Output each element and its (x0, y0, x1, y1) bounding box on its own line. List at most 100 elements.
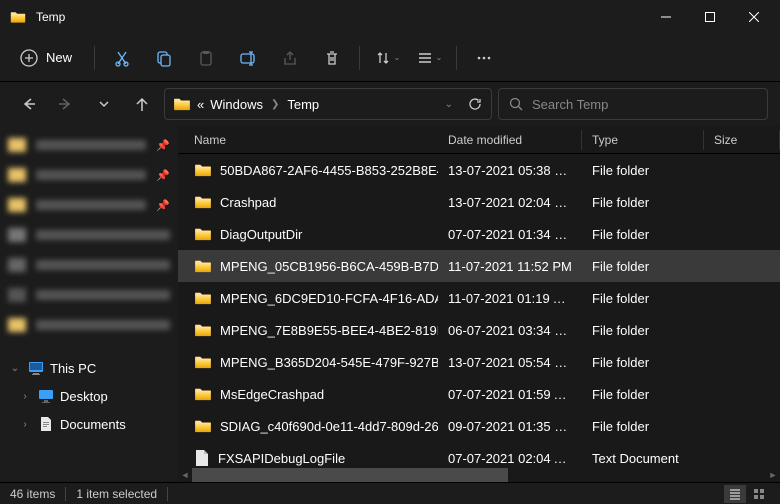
tree-label: This PC (50, 361, 96, 376)
cell-type: File folder (582, 163, 704, 178)
arrow-right-icon (58, 96, 74, 112)
view-icon (416, 49, 434, 67)
cell-date: 06-07-2021 03:34 PM (438, 323, 582, 338)
chevron-down-icon[interactable]: ⌄ (8, 363, 22, 374)
cell-name: MPENG_6DC9ED10-FCFA-4F16-ADAE-EA... (184, 291, 438, 306)
tree-label: Documents (60, 417, 126, 432)
cell-type: File folder (582, 387, 704, 402)
icons-view-button[interactable] (748, 485, 770, 503)
header-type[interactable]: Type (582, 130, 704, 150)
cell-type: File folder (582, 227, 704, 242)
quick-access-item[interactable]: 📌 (0, 190, 178, 220)
header-name[interactable]: Name (184, 130, 438, 150)
table-row[interactable]: FXSAPIDebugLogFile07-07-2021 02:04 AMTex… (178, 442, 780, 468)
cell-name: Crashpad (184, 195, 438, 210)
plus-circle-icon (20, 49, 38, 67)
table-row[interactable]: MPENG_B365D204-545E-479F-927B-5E58...13-… (178, 346, 780, 378)
up-button[interactable] (126, 88, 158, 120)
cell-name: MPENG_B365D204-545E-479F-927B-5E58... (184, 355, 438, 370)
cell-type: Text Document (582, 451, 704, 466)
cell-date: 07-07-2021 01:59 AM (438, 387, 582, 402)
tree-this-pc[interactable]: ⌄ This PC (0, 354, 178, 382)
recent-button[interactable] (88, 88, 120, 120)
pin-icon: 📌 (156, 169, 170, 182)
quick-access-item[interactable]: 📌 (0, 160, 178, 190)
cell-date: 09-07-2021 01:35 PM (438, 419, 582, 434)
cell-date: 07-07-2021 01:34 PM (438, 227, 582, 242)
quick-access-item[interactable] (0, 250, 178, 280)
rename-button[interactable] (227, 38, 269, 78)
sort-button[interactable]: ⌄ (366, 38, 408, 78)
cell-date: 11-07-2021 11:52 PM (438, 259, 582, 274)
pin-icon: 📌 (156, 139, 170, 152)
cell-name: MPENG_05CB1956-B6CA-459B-B7DC-0F... (184, 259, 438, 274)
chevron-down-icon (98, 98, 110, 110)
paste-button[interactable] (185, 38, 227, 78)
more-button[interactable] (463, 38, 505, 78)
sidebar: 📌 📌 📌 ⌄ This PC › Desktop › Documents (0, 126, 178, 482)
paste-icon (197, 49, 215, 67)
sort-icon (374, 49, 392, 67)
tree-label: Desktop (60, 389, 108, 404)
cell-date: 13-07-2021 05:54 PM (438, 355, 582, 370)
cell-type: File folder (582, 323, 704, 338)
table-row[interactable]: DiagOutputDir07-07-2021 01:34 PMFile fol… (178, 218, 780, 250)
breadcrumb-item[interactable]: Temp (287, 97, 319, 112)
table-row[interactable]: MsEdgeCrashpad07-07-2021 01:59 AMFile fo… (178, 378, 780, 410)
new-button[interactable]: New (10, 40, 88, 76)
maximize-button[interactable] (688, 1, 732, 33)
view-button[interactable]: ⌄ (408, 38, 450, 78)
horizontal-scrollbar[interactable]: ◄► (178, 468, 780, 482)
pin-icon: 📌 (156, 199, 170, 212)
forward-button[interactable] (50, 88, 82, 120)
back-button[interactable] (12, 88, 44, 120)
folder-icon (10, 9, 26, 25)
scissors-icon (113, 49, 131, 67)
window-title: Temp (36, 10, 644, 24)
copy-button[interactable] (143, 38, 185, 78)
breadcrumb-item[interactable]: Windows (210, 97, 263, 112)
chevron-right-icon[interactable]: › (18, 419, 32, 430)
table-row[interactable]: 50BDA867-2AF6-4455-B853-252B8E414777...1… (178, 154, 780, 186)
search-box[interactable] (498, 88, 768, 120)
rename-icon (239, 49, 257, 67)
chevron-right-icon[interactable]: › (18, 391, 32, 402)
cell-type: File folder (582, 195, 704, 210)
refresh-icon[interactable] (467, 96, 483, 112)
status-count: 46 items (10, 487, 55, 501)
cell-name: FXSAPIDebugLogFile (184, 449, 438, 467)
quick-access-item[interactable]: 📌 (0, 130, 178, 160)
arrow-left-icon (20, 96, 36, 112)
delete-button[interactable] (311, 38, 353, 78)
quick-access-item[interactable] (0, 280, 178, 310)
cell-type: File folder (582, 291, 704, 306)
table-row[interactable]: MPENG_7E8B9E55-BEE4-4BE2-819D-8BEF...06-… (178, 314, 780, 346)
table-row[interactable]: MPENG_6DC9ED10-FCFA-4F16-ADAE-EA...11-07… (178, 282, 780, 314)
new-label: New (46, 50, 72, 65)
dots-icon (475, 49, 493, 67)
cell-type: File folder (582, 419, 704, 434)
tree-desktop[interactable]: › Desktop (0, 382, 178, 410)
folder-icon (173, 97, 191, 111)
column-headers: Name Date modified Type Size (178, 126, 780, 154)
trash-icon (323, 49, 341, 67)
close-button[interactable] (732, 1, 776, 33)
minimize-button[interactable] (644, 1, 688, 33)
quick-access-item[interactable] (0, 310, 178, 340)
cell-name: MsEdgeCrashpad (184, 387, 438, 402)
chevron-down-icon[interactable]: ⌄ (445, 99, 453, 110)
header-date[interactable]: Date modified (438, 130, 582, 150)
share-button[interactable] (269, 38, 311, 78)
details-view-button[interactable] (724, 485, 746, 503)
header-size[interactable]: Size (704, 130, 780, 150)
chevron-right-icon: ❯ (271, 99, 279, 110)
table-row[interactable]: Crashpad13-07-2021 02:04 PMFile folder (178, 186, 780, 218)
table-row[interactable]: SDIAG_c40f690d-0e11-4dd7-809d-261c5c...0… (178, 410, 780, 442)
tree-documents[interactable]: › Documents (0, 410, 178, 438)
cut-button[interactable] (101, 38, 143, 78)
search-input[interactable] (532, 97, 757, 112)
share-icon (281, 49, 299, 67)
address-bar[interactable]: « Windows ❯ Temp ⌄ (164, 88, 492, 120)
quick-access-item[interactable] (0, 220, 178, 250)
table-row[interactable]: MPENG_05CB1956-B6CA-459B-B7DC-0F...11-07… (178, 250, 780, 282)
